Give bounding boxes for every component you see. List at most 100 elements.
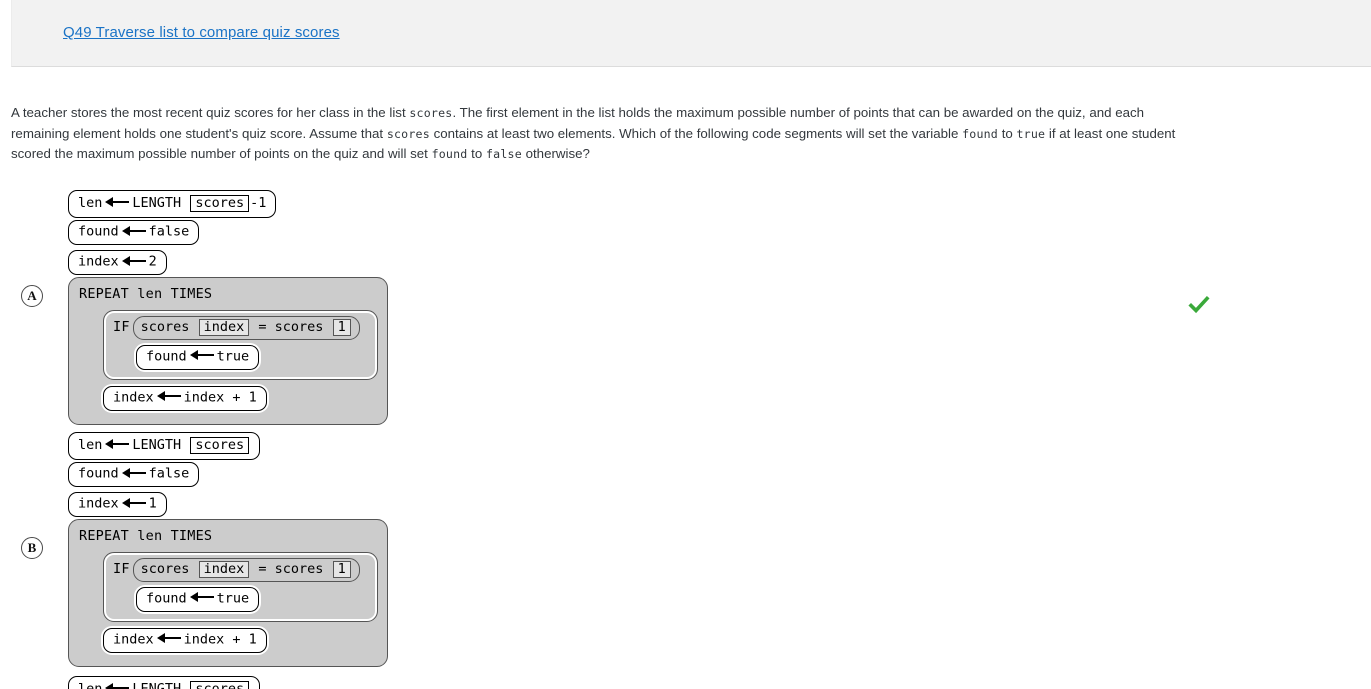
repeat-tail: index index + 1 [103, 627, 378, 655]
code-line-assign-found: found false [68, 462, 388, 492]
prompt-text-7: otherwise? [525, 146, 590, 162]
var-index: index [113, 631, 154, 648]
choice-marker-b[interactable]: B [21, 537, 43, 559]
assign-arrow-icon [156, 633, 181, 644]
if-block: IF scores index = scores 1 found true [103, 551, 378, 622]
repeat-block: REPEAT len TIMES IF scores index = scores… [68, 519, 388, 667]
cond-right-name: scores [274, 560, 324, 577]
stmt-assign-len: len LENGTH scores [68, 432, 261, 461]
len-suffix: -1 [250, 195, 267, 211]
assign-arrow-icon [105, 439, 130, 450]
if-keyword: IF [113, 318, 130, 335]
cond-right-param: 1 [332, 318, 351, 336]
var-index: index [78, 253, 119, 270]
code-line-assign-found: found false [68, 220, 388, 250]
prompt-text-6: to [471, 146, 483, 162]
var-index: index [113, 389, 154, 406]
stmt-increment-index: index index + 1 [103, 627, 267, 653]
fn-length: LENGTH [132, 681, 182, 689]
pseudocode-figure-a: len LENGTH scores -1 found false index 2 REP… [68, 190, 388, 425]
var-len: len [78, 681, 103, 689]
prompt-text-3: contains at least two elements. Which of… [433, 125, 959, 141]
choice-marker-a[interactable]: A [21, 285, 43, 307]
stmt-assign-found: found false [68, 462, 200, 487]
prompt-code-scores-2: scores [386, 126, 430, 141]
fn-length: LENGTH [132, 195, 182, 211]
code-line-assign-len: len LENGTH scores [68, 676, 261, 689]
question-header-bar: Q49 Traverse list to compare quiz scores [11, 0, 1371, 67]
assign-arrow-icon [189, 350, 214, 361]
code-line-assign-len: len LENGTH scores -1 [68, 190, 388, 220]
pseudocode-figure-c: len LENGTH scores [68, 676, 261, 689]
assign-arrow-icon [189, 592, 214, 603]
prompt-code-found-1: found [962, 126, 998, 141]
param-scores: scores [190, 681, 250, 689]
cond-left-param: index [198, 318, 250, 336]
stmt-assign-found: found false [68, 220, 200, 245]
stmt-assign-index: index 2 [68, 250, 167, 275]
correct-check-icon [1188, 294, 1210, 316]
prompt-code-false: false [485, 147, 522, 162]
cond-operator: = [258, 560, 267, 577]
stmt-increment-index: index index + 1 [103, 385, 267, 411]
if-condition: scores index = scores 1 [132, 557, 360, 582]
val-true: true [216, 590, 250, 607]
if-condition: scores index = scores 1 [132, 315, 360, 340]
assign-arrow-icon [121, 225, 146, 236]
cond-right-param: 1 [332, 560, 351, 578]
cond-left-name: scores [140, 560, 190, 577]
stmt-assign-len: len LENGTH scores [68, 676, 261, 689]
assign-arrow-icon [121, 467, 146, 478]
repeat-block: REPEAT len TIMES IF scores index = scores… [68, 277, 388, 425]
expr-index-plus-one: index + 1 [183, 631, 257, 648]
val-true: true [216, 348, 250, 365]
cond-left-param: index [198, 560, 250, 578]
param-scores: scores [190, 437, 250, 455]
prompt-code-found-2: found [431, 147, 468, 162]
var-found: found [78, 223, 119, 240]
stmt-assign-len: len LENGTH scores -1 [68, 190, 277, 219]
code-line-assign-len: len LENGTH scores [68, 432, 388, 462]
cond-operator: = [258, 318, 267, 335]
repeat-tail: index index + 1 [103, 385, 378, 413]
val-index-start: 2 [148, 253, 157, 270]
expr-index-plus-one: index + 1 [183, 389, 257, 406]
cond-left-name: scores [140, 318, 190, 335]
val-index-start: 1 [148, 495, 157, 512]
repeat-header: REPEAT len TIMES [79, 528, 213, 544]
prompt-text-4: to [1001, 125, 1013, 141]
cond-right-name: scores [274, 318, 324, 335]
var-index: index [78, 495, 119, 512]
pseudocode-figure-b: len LENGTH scores found false index 1 REPEA… [68, 432, 388, 667]
var-found: found [146, 590, 187, 607]
if-keyword: IF [113, 560, 130, 577]
if-condition-row: IF scores index = scores 1 [111, 315, 370, 340]
val-false: false [148, 223, 190, 240]
fn-length: LENGTH [132, 437, 182, 453]
stmt-assign-index: index 1 [68, 492, 167, 517]
assign-arrow-icon [105, 197, 130, 208]
question-prompt: A teacher stores the most recent quiz sc… [11, 103, 1201, 165]
var-found: found [146, 348, 187, 365]
stmt-set-found-true: found true [136, 344, 260, 370]
var-len: len [78, 195, 103, 211]
var-found: found [78, 465, 119, 482]
assign-arrow-icon [156, 391, 181, 402]
val-false: false [148, 465, 190, 482]
assign-arrow-icon [121, 255, 146, 266]
answer-choice-c-clipped[interactable]: len LENGTH scores [0, 676, 1371, 689]
code-line-assign-index: index 1 [68, 492, 388, 522]
if-body: found true [136, 586, 370, 614]
prompt-code-scores-1: scores [409, 106, 453, 120]
repeat-header: REPEAT len TIMES [79, 286, 213, 302]
prompt-code-true: true [1016, 126, 1046, 141]
question-title-link[interactable]: Q49 Traverse list to compare quiz scores [63, 24, 340, 41]
stmt-set-found-true: found true [136, 586, 260, 612]
if-block: IF scores index = scores 1 found true [103, 309, 378, 380]
assign-arrow-icon [121, 497, 146, 508]
param-scores: scores [190, 195, 250, 213]
var-len: len [78, 437, 103, 453]
if-condition-row: IF scores index = scores 1 [111, 557, 370, 582]
prompt-text-1: A teacher stores the most recent quiz sc… [11, 105, 406, 120]
assign-arrow-icon [105, 683, 130, 689]
